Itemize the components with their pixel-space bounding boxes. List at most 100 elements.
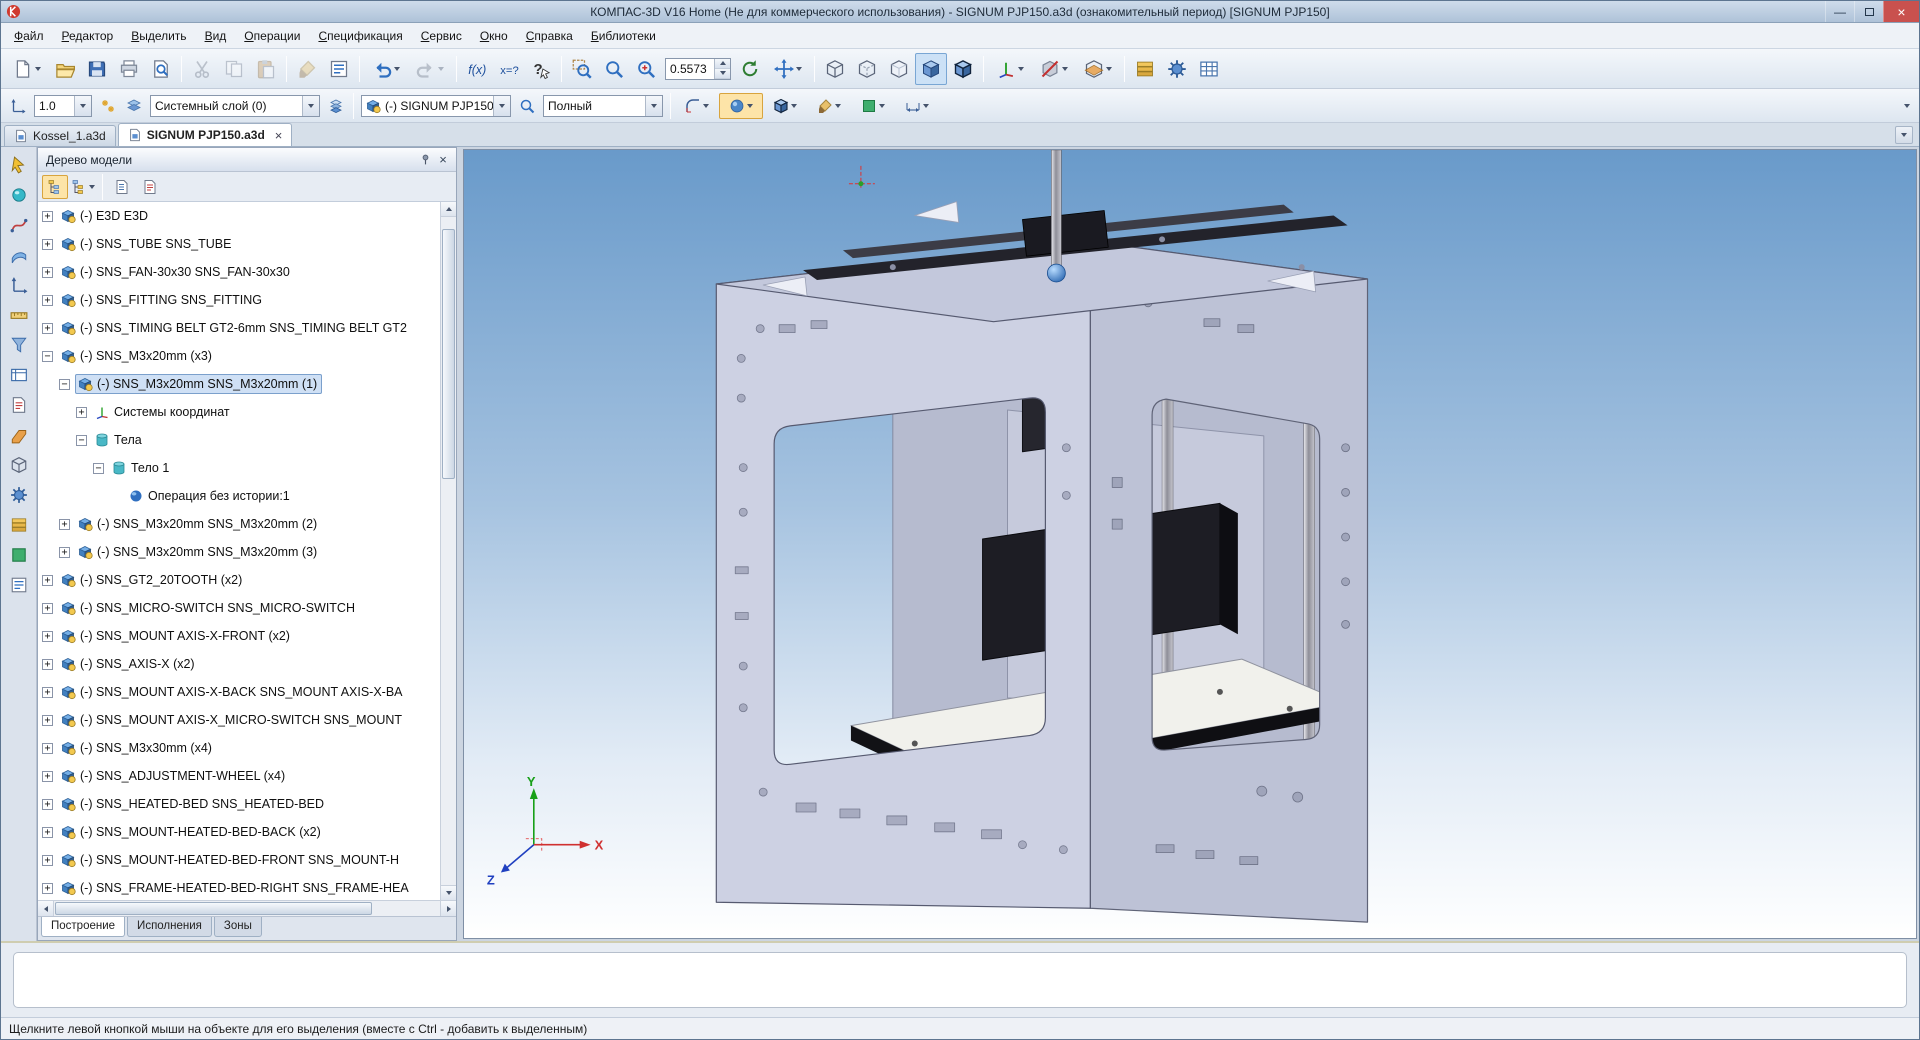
orientation-button[interactable]: [988, 53, 1032, 85]
tree-item[interactable]: +(-) SNS_MOUNT AXIS-X-BACK SNS_MOUNT AXI…: [38, 678, 440, 706]
expand-toggle[interactable]: +: [76, 407, 87, 418]
spin-down-button[interactable]: [715, 69, 730, 79]
tree-item[interactable]: −Тело 1: [38, 454, 440, 482]
structure-view-button[interactable]: [42, 175, 68, 199]
section-display-button[interactable]: [1076, 53, 1120, 85]
layer-manager-button[interactable]: [323, 93, 349, 119]
scroll-left-button[interactable]: [38, 901, 54, 916]
libraries-button[interactable]: [1129, 53, 1161, 85]
zoom-all-button[interactable]: [598, 53, 630, 85]
pin-panel-button[interactable]: [416, 151, 434, 169]
open-document-button[interactable]: [49, 53, 81, 85]
wireframe-mode-button[interactable]: [819, 53, 851, 85]
property-bar-content[interactable]: [13, 952, 1907, 1008]
expand-toggle[interactable]: +: [42, 323, 53, 334]
collapse-toggle[interactable]: −: [42, 351, 53, 362]
detail-level-dropdown[interactable]: [645, 96, 662, 116]
printer-model[interactable]: [716, 150, 1367, 922]
applications-panel-button[interactable]: [5, 481, 33, 509]
relations-report-button[interactable]: [137, 175, 163, 199]
object-properties-button[interactable]: [323, 53, 355, 85]
tab-Kossel_1.a3d[interactable]: Kossel_1.a3d: [4, 125, 116, 146]
tab-list-button[interactable]: [1895, 126, 1913, 144]
titlebar[interactable]: КОМПАС-3D V16 Home (Не для коммерческого…: [1, 1, 1919, 23]
tree-item[interactable]: +(-) SNS_TIMING BELT GT2-6mm SNS_TIMING …: [38, 314, 440, 342]
new-document-button[interactable]: [5, 53, 49, 85]
line-style-button[interactable]: [807, 93, 851, 119]
menu-Окно[interactable]: Окно: [471, 24, 517, 48]
current-step-dropdown[interactable]: [74, 96, 91, 116]
spatial-geometry-button[interactable]: [5, 181, 33, 209]
tree-vertical-scrollbar[interactable]: [440, 202, 456, 900]
menu-Спецификация[interactable]: Спецификация: [309, 24, 411, 48]
model-viewport[interactable]: Y X Z: [463, 149, 1917, 939]
tree-item[interactable]: +(-) SNS_M3x20mm SNS_M3x20mm (2): [38, 510, 440, 538]
hidden-lines-thin-mode-button[interactable]: [883, 53, 915, 85]
menu-Выделить[interactable]: Выделить: [122, 24, 195, 48]
tree-horizontal-scrollbar[interactable]: [38, 900, 456, 916]
measurements-3d-button[interactable]: [5, 301, 33, 329]
menu-Библиотеки[interactable]: Библиотеки: [582, 24, 665, 48]
paste-button[interactable]: [250, 53, 282, 85]
scroll-right-button[interactable]: [440, 901, 456, 916]
expand-toggle[interactable]: +: [42, 799, 53, 810]
local-csys-button[interactable]: [5, 93, 31, 119]
current-part-dropdown[interactable]: [493, 96, 510, 116]
tree-item[interactable]: +(-) SNS_AXIS-X (x2): [38, 650, 440, 678]
expand-toggle[interactable]: +: [42, 883, 53, 894]
tree-item[interactable]: +(-) SNS_MICRO-SWITCH SNS_MICRO-SWITCH: [38, 594, 440, 622]
tab-SIGNUM PJP150.a3d[interactable]: SIGNUM PJP150.a3d×: [118, 123, 293, 146]
tree-item[interactable]: +(-) SNS_MOUNT-HEATED-BED-FRONT SNS_MOUN…: [38, 846, 440, 874]
current-zoom-spinner[interactable]: [714, 59, 730, 79]
tree-item[interactable]: +(-) SNS_HEATED-BED SNS_HEATED-BED: [38, 790, 440, 818]
toolbar-overflow-button[interactable]: [1899, 104, 1915, 108]
conditional-display-button[interactable]: [5, 451, 33, 479]
hide-objects-button[interactable]: [1032, 53, 1076, 85]
tree-composition-button[interactable]: [70, 175, 96, 199]
snap-settings-button[interactable]: [95, 93, 121, 119]
tree-tab-Зоны[interactable]: Зоны: [214, 917, 262, 937]
tree-item[interactable]: +(-) SNS_FAN-30x30 SNS_FAN-30x30: [38, 258, 440, 286]
tree-item[interactable]: +(-) SNS_ADJUSTMENT-WHEEL (x4): [38, 762, 440, 790]
tree-item[interactable]: Операция без истории:1: [38, 482, 440, 510]
sheet-metal-button[interactable]: [5, 421, 33, 449]
expand-toggle[interactable]: +: [42, 631, 53, 642]
spin-up-button[interactable]: [715, 59, 730, 69]
additional-tree-window-button[interactable]: [109, 175, 135, 199]
menu-Справка[interactable]: Справка: [517, 24, 582, 48]
spatial-curves-button[interactable]: [5, 211, 33, 239]
expand-toggle[interactable]: +: [42, 295, 53, 306]
variables-button[interactable]: [461, 53, 493, 85]
zoom-by-frame-button[interactable]: [566, 53, 598, 85]
expand-toggle[interactable]: +: [59, 519, 70, 530]
scroll-down-button[interactable]: [441, 885, 456, 900]
maximize-button[interactable]: [1854, 1, 1883, 22]
shaded-mode-button[interactable]: [915, 53, 947, 85]
menu-Операции[interactable]: Операции: [235, 24, 309, 48]
applications-button[interactable]: [1161, 53, 1193, 85]
expand-toggle[interactable]: +: [42, 687, 53, 698]
tree-item[interactable]: +(-) SNS_FITTING SNS_FITTING: [38, 286, 440, 314]
close-button[interactable]: ×: [1883, 1, 1919, 22]
hscroll-thumb[interactable]: [55, 902, 372, 915]
menu-Файл[interactable]: Файл: [5, 24, 53, 48]
close-panel-button[interactable]: ×: [434, 151, 452, 169]
menu-Вид[interactable]: Вид: [196, 24, 236, 48]
tree-item[interactable]: +(-) E3D E3D: [38, 202, 440, 230]
collapse-toggle[interactable]: −: [59, 379, 70, 390]
dimension-style-button[interactable]: [895, 93, 939, 119]
scroll-thumb[interactable]: [442, 229, 455, 479]
print-preview-button[interactable]: [145, 53, 177, 85]
current-layer[interactable]: Системный слой (0): [150, 95, 320, 117]
filters-button[interactable]: [5, 331, 33, 359]
component-filter-button[interactable]: [514, 93, 540, 119]
shaded-edges-mode-button[interactable]: [947, 53, 979, 85]
current-zoom[interactable]: 0.5573: [665, 58, 731, 80]
zoom-in-out-button[interactable]: [630, 53, 662, 85]
tree-item[interactable]: −(-) SNS_M3x20mm SNS_M3x20mm (1): [38, 370, 440, 398]
minimize-button[interactable]: —: [1825, 1, 1854, 22]
save-document-button[interactable]: [81, 53, 113, 85]
3d-scene[interactable]: Y X Z: [464, 150, 1916, 938]
current-step[interactable]: 1.0: [34, 95, 92, 117]
color-settings-button[interactable]: [851, 93, 895, 119]
